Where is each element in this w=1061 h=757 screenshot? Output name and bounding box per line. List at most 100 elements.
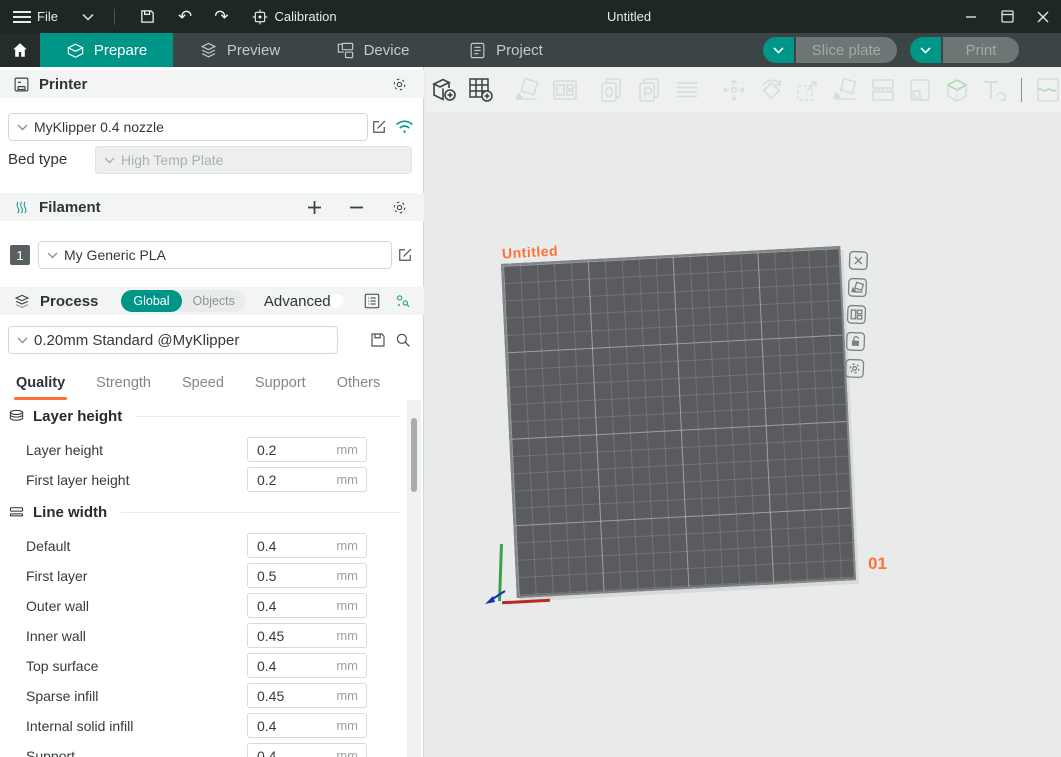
tab-support[interactable]: Support [255, 375, 306, 393]
add-plate-icon [467, 76, 495, 104]
lock-icon [845, 331, 867, 353]
gear-icon [844, 358, 866, 380]
rotate-button[interactable] [757, 75, 786, 105]
param-value-input[interactable] [248, 658, 328, 674]
filament-preset-select[interactable]: My Generic PLA [38, 241, 392, 269]
cut-button[interactable] [868, 75, 897, 105]
plate-name-label: Untitled [502, 243, 559, 262]
arrange-button[interactable] [551, 75, 580, 105]
bed-type-select[interactable]: High Temp Plate [95, 146, 412, 174]
undo-button[interactable]: ↶ [178, 8, 192, 25]
lay-on-face-button[interactable] [831, 75, 860, 105]
prepare-icon [66, 41, 85, 60]
scope-objects-button[interactable]: Objects [182, 294, 246, 308]
lock-plate-button[interactable] [845, 331, 867, 353]
param-unit: mm [336, 472, 366, 487]
param-label: Default [26, 538, 70, 554]
edit-printer-button[interactable] [370, 118, 388, 136]
split-to-parts-button[interactable] [635, 75, 664, 105]
minus-icon [349, 200, 364, 215]
param-value-input[interactable] [248, 442, 328, 458]
tab-speed[interactable]: Speed [182, 375, 224, 393]
param-value-input[interactable] [248, 718, 328, 734]
seam-painting-button[interactable] [1032, 75, 1061, 105]
param-label: Outer wall [26, 598, 89, 614]
add-object-button[interactable] [429, 75, 458, 105]
lay-on-face-icon [831, 76, 859, 104]
arrange-plate-button[interactable] [846, 304, 868, 326]
param-value-input[interactable] [248, 472, 328, 488]
text-tool-button[interactable] [980, 75, 1009, 105]
delete-plate-button[interactable] [848, 250, 870, 272]
tab-prepare[interactable]: Prepare [40, 33, 173, 67]
save-preset-button[interactable] [369, 331, 387, 349]
viewport-3d[interactable]: Untitled 01 [425, 67, 1061, 757]
fill-button[interactable] [905, 75, 934, 105]
build-plate[interactable] [501, 246, 856, 598]
redo-button[interactable]: ↷ [214, 8, 228, 25]
param-value-input[interactable] [248, 748, 328, 757]
edit-filament-button[interactable] [396, 246, 414, 264]
param-value-input[interactable] [248, 568, 328, 584]
slice-options-button[interactable] [763, 37, 794, 63]
maximize-button[interactable] [989, 0, 1025, 33]
title-bar: File ↶ ↷ Cal [0, 0, 1061, 33]
add-plate-button[interactable] [466, 75, 495, 105]
printer-settings-button[interactable] [391, 76, 408, 93]
redo-icon: ↷ [214, 8, 228, 25]
plate-settings-button[interactable] [844, 358, 866, 380]
print-options-button[interactable] [910, 37, 941, 63]
scrollbar-thumb[interactable] [411, 418, 417, 492]
save-button[interactable] [139, 8, 156, 25]
param-unit: mm [336, 718, 366, 733]
tab-strength[interactable]: Strength [96, 375, 151, 393]
hamburger-icon [13, 10, 31, 24]
tab-others[interactable]: Others [337, 375, 381, 393]
scope-global-button[interactable]: Global [121, 290, 181, 312]
edit-icon [370, 118, 388, 136]
minimize-button[interactable] [953, 0, 989, 33]
param-unit: mm [336, 568, 366, 583]
param-value-input[interactable] [248, 688, 328, 704]
param-label: Internal solid infill [26, 718, 133, 734]
process-section-header: Process Global Objects Advanced [0, 287, 424, 315]
variable-layer-height-button[interactable] [672, 75, 701, 105]
param-value-input[interactable] [248, 598, 328, 614]
layer-height-group-title: Layer height [33, 408, 122, 425]
file-menu-chevron[interactable] [82, 13, 94, 21]
close-button[interactable] [1025, 0, 1061, 33]
move-button[interactable] [719, 75, 748, 105]
app-window: File ↶ ↷ Cal [0, 0, 1061, 757]
tab-device[interactable]: Device [306, 33, 439, 67]
add-filament-button[interactable] [307, 200, 322, 215]
color-painting-button[interactable] [942, 75, 971, 105]
scrollbar-track[interactable] [407, 400, 421, 757]
search-settings-button[interactable] [394, 331, 412, 349]
param-input-layer-height: mm [247, 437, 367, 462]
process-icon [13, 292, 31, 310]
file-menu-button[interactable]: File [13, 9, 58, 24]
home-icon [11, 41, 29, 59]
split-to-objects-button[interactable] [598, 75, 627, 105]
param-value-input[interactable] [248, 628, 328, 644]
printer-connection-button[interactable] [395, 119, 414, 134]
viewport-toolbar [425, 67, 1061, 112]
orient-plate-button[interactable] [847, 277, 869, 299]
filament-settings-button[interactable] [391, 199, 408, 216]
printer-preset-select[interactable]: MyKlipper 0.4 nozzle [8, 113, 368, 141]
preset-list-button[interactable] [363, 292, 381, 310]
tab-quality[interactable]: Quality [16, 375, 65, 393]
print-button[interactable]: Print [943, 37, 1019, 63]
parameter-search-button[interactable] [394, 293, 411, 310]
slice-plate-button[interactable]: Slice plate [796, 37, 897, 63]
calibration-button[interactable]: Calibration [252, 9, 336, 25]
gear-icon [391, 199, 408, 216]
remove-filament-button[interactable] [349, 200, 364, 215]
scale-button[interactable] [794, 75, 823, 105]
auto-orient-button[interactable] [513, 75, 542, 105]
param-value-input[interactable] [248, 538, 328, 554]
tab-preview[interactable]: Preview [173, 33, 306, 67]
process-preset-select[interactable]: 0.20mm Standard @MyKlipper [8, 326, 338, 354]
home-button[interactable] [0, 33, 40, 67]
tab-project[interactable]: Project [439, 33, 572, 67]
